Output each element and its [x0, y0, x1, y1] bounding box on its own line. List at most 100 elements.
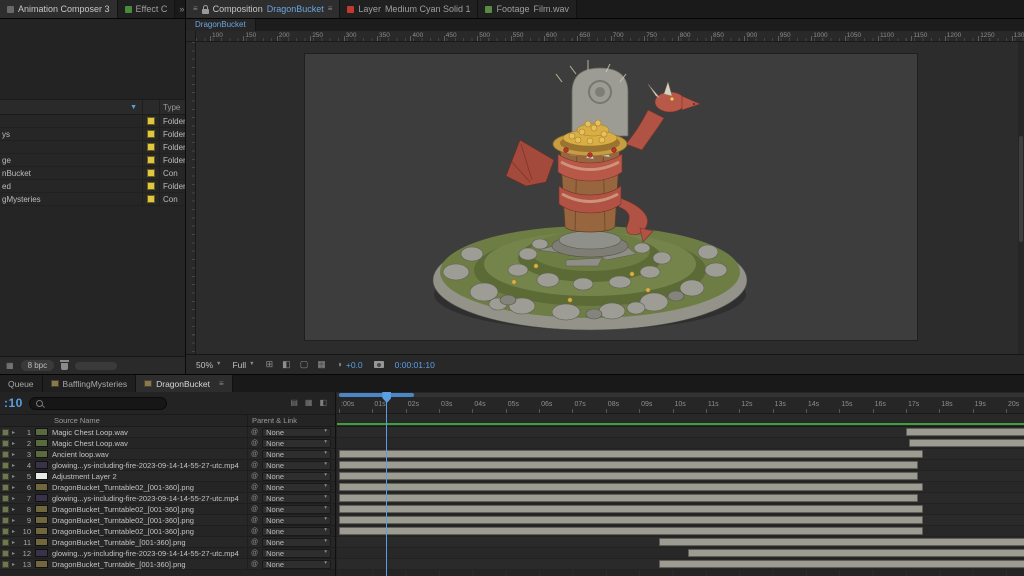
timeline-navigator[interactable] — [337, 393, 1024, 397]
layer-row[interactable]: ▸9DragonBucket_Turntable02_[001-360].png… — [0, 515, 335, 526]
project-item-row[interactable]: gMysteriesCon — [0, 193, 185, 206]
layer-label-swatch[interactable] — [2, 495, 9, 502]
pick-whip-icon[interactable]: @ — [251, 440, 258, 447]
layer-track-row[interactable] — [337, 449, 1024, 460]
pick-whip-icon[interactable]: @ — [251, 429, 258, 436]
layer-expand-chevron[interactable]: ▸ — [9, 429, 18, 436]
layer-expand-chevron[interactable]: ▸ — [9, 473, 18, 480]
trash-icon[interactable] — [61, 363, 68, 370]
current-time-display[interactable]: :10 — [4, 396, 23, 410]
layer-label-swatch[interactable] — [2, 506, 9, 513]
label-color-swatch[interactable] — [147, 169, 155, 177]
graph-editor-icon[interactable]: ◧ — [319, 399, 327, 407]
tab-overflow-icon[interactable]: » — [175, 0, 186, 18]
layer-expand-chevron[interactable]: ▸ — [9, 517, 18, 524]
project-item-row[interactable]: edFolder — [0, 180, 185, 193]
label-color-swatch[interactable] — [147, 195, 155, 203]
layer-label-swatch[interactable] — [2, 440, 9, 447]
composition-frame[interactable] — [305, 54, 917, 340]
viewer-tab-dragonbucket[interactable]: DragonBucket — [186, 19, 256, 31]
layer-duration-bar[interactable] — [339, 461, 918, 469]
layer-label-swatch[interactable] — [2, 539, 9, 546]
mask-visibility-icon[interactable]: ◧ — [282, 360, 291, 369]
zoom-dropdown[interactable]: 50% ▼ — [196, 360, 221, 370]
live-update-icon[interactable]: ▦ — [305, 399, 313, 407]
layer-duration-bar[interactable] — [339, 494, 918, 502]
comp-viewport[interactable] — [196, 42, 1024, 354]
layer-row[interactable]: ▸2Magic Chest Loop.wav@None▾ — [0, 438, 335, 449]
layer-row[interactable]: ▸11DragonBucket_Turntable_[001-360].png@… — [0, 537, 335, 548]
layer-track-row[interactable] — [337, 471, 1024, 482]
project-item-row[interactable]: ysFolder — [0, 128, 185, 141]
label-color-swatch[interactable] — [147, 130, 155, 138]
layer-expand-chevron[interactable]: ▸ — [9, 440, 18, 447]
layer-duration-bar[interactable] — [659, 538, 1024, 546]
color-depth-button[interactable]: 8 bpc — [21, 360, 55, 371]
pick-whip-icon[interactable]: @ — [251, 539, 258, 546]
pick-whip-icon[interactable]: @ — [251, 517, 258, 524]
snapshot-camera-icon[interactable] — [374, 361, 384, 368]
layer-expand-chevron[interactable]: ▸ — [9, 506, 18, 513]
parent-link-dropdown[interactable]: None▾ — [262, 428, 331, 437]
layer-expand-chevron[interactable]: ▸ — [9, 561, 18, 568]
layer-row[interactable]: ▸8DragonBucket_Turntable02_[001-360].png… — [0, 504, 335, 515]
parent-link-dropdown[interactable]: None▾ — [262, 461, 331, 470]
layer-track-row[interactable] — [337, 493, 1024, 504]
layer-duration-bar[interactable] — [688, 549, 1024, 557]
work-area-bar[interactable] — [339, 393, 414, 397]
timeline-ruler[interactable]: :00s01s02s03s04s05s06s07s08s09s10s11s12s… — [337, 392, 1024, 414]
new-folder-pill[interactable] — [75, 362, 117, 370]
parent-link-dropdown[interactable]: None▾ — [262, 538, 331, 547]
pick-whip-icon[interactable]: @ — [251, 462, 258, 469]
tab-animation-composer[interactable]: Animation Composer 3 — [0, 0, 118, 18]
layer-duration-bar[interactable] — [906, 428, 1024, 436]
layer-duration-bar[interactable] — [339, 472, 918, 480]
project-item-row[interactable]: geFolder — [0, 154, 185, 167]
layer-track-row[interactable] — [337, 526, 1024, 537]
layer-label-swatch[interactable] — [2, 528, 9, 535]
parent-link-dropdown[interactable]: None▾ — [262, 505, 331, 514]
layer-label-swatch[interactable] — [2, 473, 9, 480]
layer-duration-bar[interactable] — [339, 483, 923, 491]
panel-menu-icon[interactable]: ≡ — [328, 5, 333, 13]
layer-label-swatch[interactable] — [2, 550, 9, 557]
layer-track-row[interactable] — [337, 537, 1024, 548]
source-name-column-header[interactable]: Source Name — [54, 416, 100, 425]
comp-h-ruler[interactable]: 1001502002503003504004505005506006507007… — [196, 31, 1024, 42]
playhead-line[interactable] — [386, 392, 387, 576]
layer-expand-chevron[interactable]: ▸ — [9, 528, 18, 535]
timeline-search-input[interactable] — [47, 399, 160, 408]
pick-whip-icon[interactable]: @ — [251, 528, 258, 535]
layer-label-swatch[interactable] — [2, 484, 9, 491]
label-color-swatch[interactable] — [147, 143, 155, 151]
layer-row[interactable]: ▸13DragonBucket_Turntable_[001-360].png@… — [0, 559, 335, 570]
layer-row[interactable]: ▸6DragonBucket_Turntable02_[001-360].png… — [0, 482, 335, 493]
layer-expand-chevron[interactable]: ▸ — [9, 550, 18, 557]
layer-duration-bar[interactable] — [659, 560, 1024, 568]
layer-expand-chevron[interactable]: ▸ — [9, 462, 18, 469]
tab-effect-controls[interactable]: Effect C — [118, 0, 176, 18]
label-color-swatch[interactable] — [147, 117, 155, 125]
transparency-grid-icon[interactable]: ▦ — [317, 360, 326, 369]
layer-row[interactable]: ▸4glowing...ys-including-fire-2023-09-14… — [0, 460, 335, 471]
pick-whip-icon[interactable]: @ — [251, 550, 258, 557]
comp-timecode[interactable]: 0:00:01:10 — [395, 360, 435, 370]
parent-link-dropdown[interactable]: None▾ — [262, 439, 331, 448]
pick-whip-icon[interactable]: @ — [251, 561, 258, 568]
comp-v-ruler[interactable] — [186, 42, 196, 354]
layer-track-row[interactable] — [337, 559, 1024, 570]
pick-whip-icon[interactable]: @ — [251, 495, 258, 502]
layer-track-row[interactable] — [337, 504, 1024, 515]
layer-row[interactable]: ▸5Adjustment Layer 2@None▾ — [0, 471, 335, 482]
layer-row[interactable]: ▸3Ancient loop.wav@None▾ — [0, 449, 335, 460]
filter-funnel-icon[interactable]: ▼ — [130, 104, 137, 111]
parent-link-dropdown[interactable]: None▾ — [262, 483, 331, 492]
parent-link-dropdown[interactable]: None▾ — [262, 494, 331, 503]
pick-whip-icon[interactable]: @ — [251, 484, 258, 491]
layer-track-row[interactable] — [337, 438, 1024, 449]
project-item-row[interactable]: nBucketCon — [0, 167, 185, 180]
parent-link-dropdown[interactable]: None▾ — [262, 450, 331, 459]
parent-link-dropdown[interactable]: None▾ — [262, 560, 331, 569]
layer-track-row[interactable] — [337, 548, 1024, 559]
pick-whip-icon[interactable]: @ — [251, 473, 258, 480]
